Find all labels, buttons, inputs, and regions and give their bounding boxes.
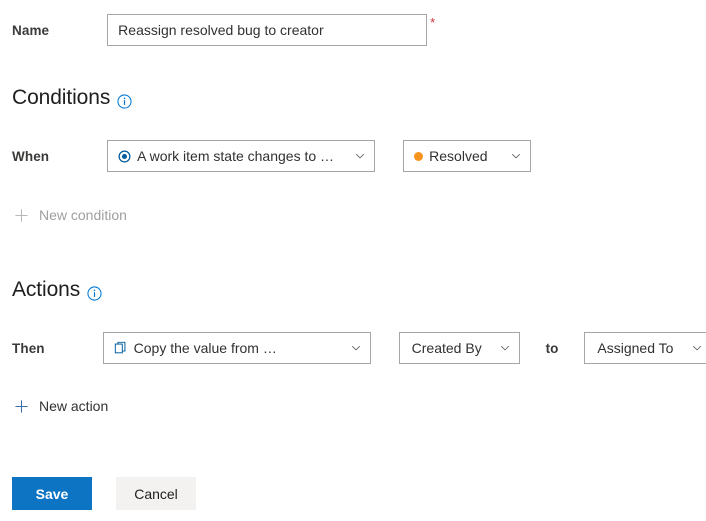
name-input[interactable] (107, 14, 428, 46)
conditions-title: Conditions (12, 86, 111, 109)
action-source-field-dropdown[interactable]: Created By (398, 332, 520, 364)
plus-icon (14, 208, 29, 223)
chevron-down-icon (499, 342, 511, 354)
new-condition-button[interactable]: New condition (14, 207, 127, 223)
chevron-down-icon (691, 342, 703, 354)
action-target-field-value: Assigned To (597, 340, 674, 356)
action-type-value: Copy the value from … (133, 340, 277, 356)
actions-heading: Actions (12, 278, 102, 302)
conditions-heading: Conditions (12, 86, 132, 110)
condition-state-value: Resolved (429, 148, 488, 164)
to-connector-label: to (545, 340, 559, 356)
chevron-down-icon (510, 150, 522, 162)
chevron-down-icon (354, 150, 366, 162)
save-button[interactable]: Save (12, 477, 92, 510)
when-label: When (12, 148, 50, 164)
required-asterisk: * (430, 15, 436, 30)
condition-trigger-value: A work item state changes to … (137, 148, 335, 164)
cancel-button[interactable]: Cancel (116, 477, 196, 510)
info-icon[interactable] (117, 93, 132, 109)
condition-trigger-dropdown[interactable]: A work item state changes to … (107, 140, 376, 172)
new-action-button[interactable]: New action (14, 398, 108, 414)
new-condition-label: New condition (39, 207, 127, 223)
name-row: Name * (12, 14, 435, 46)
footer-buttons: Save Cancel (12, 477, 196, 510)
plus-icon (14, 399, 29, 414)
radio-target-icon (118, 150, 131, 163)
action-target-field-dropdown[interactable]: Assigned To (584, 332, 706, 364)
then-label: Then (12, 340, 45, 356)
condition-state-dropdown[interactable]: Resolved (403, 140, 532, 172)
when-row: When A work item state changes to … Reso… (12, 140, 532, 172)
new-action-label: New action (39, 398, 109, 414)
actions-title: Actions (12, 278, 81, 301)
state-dot-icon (414, 151, 424, 161)
info-icon[interactable] (87, 285, 102, 301)
name-label: Name (12, 22, 50, 38)
action-source-field-value: Created By (411, 340, 482, 356)
copy-icon (114, 341, 128, 355)
action-type-dropdown[interactable]: Copy the value from … (102, 332, 371, 364)
chevron-down-icon (350, 342, 362, 354)
then-row: Then Copy the value from … Created By to… (12, 332, 706, 364)
